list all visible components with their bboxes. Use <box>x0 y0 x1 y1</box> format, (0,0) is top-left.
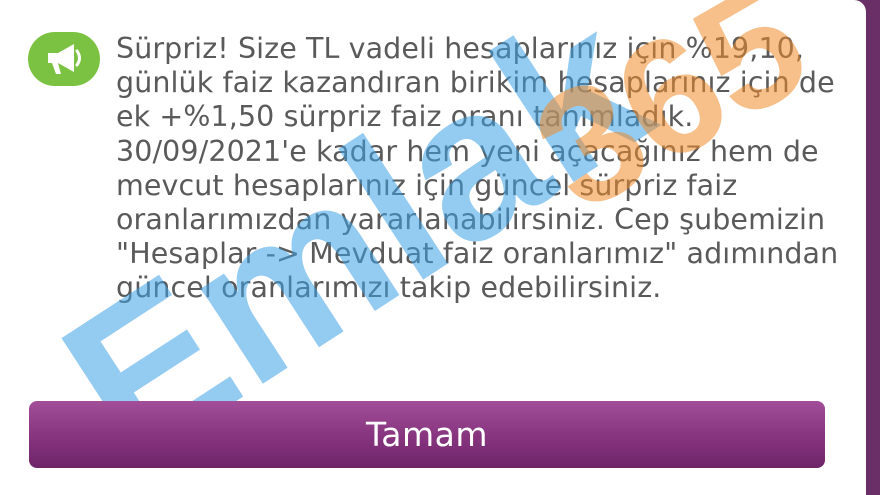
ok-button[interactable]: Tamam <box>29 401 825 468</box>
message-text: Sürpriz! Size TL vadeli hesaplarınız içi… <box>116 32 839 305</box>
info-dialog: Sürpriz! Size TL vadeli hesaplarınız içi… <box>0 0 866 495</box>
megaphone-icon <box>28 32 100 86</box>
